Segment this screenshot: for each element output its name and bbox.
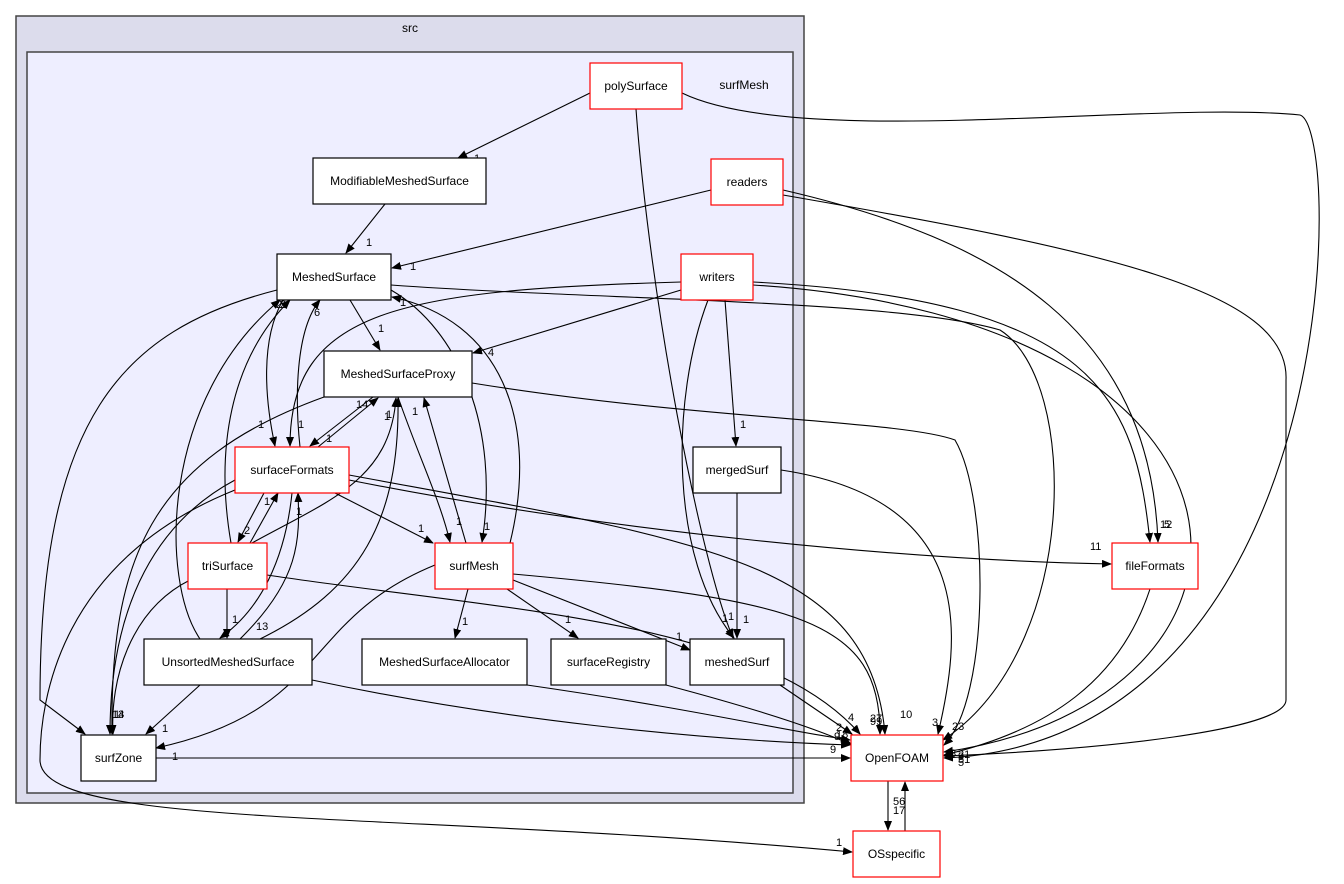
node-surfZone[interactable]: surfZone	[80, 734, 157, 782]
node-label-writers[interactable]: writers	[698, 270, 734, 284]
edge-label-meshedSurf-to-OpenFOAM[interactable]: 4	[848, 712, 854, 724]
edge-label-surfMesh-to-OpenFOAM[interactable]: 10	[900, 709, 912, 721]
node-MeshedSurfaceAllocator[interactable]: MeshedSurfaceAllocator	[361, 638, 528, 686]
edge-label-MeshedSurface-to-surfaceFormats[interactable]: 1	[258, 419, 264, 431]
edge-label-surfaceFormats-to-MeshedSurface[interactable]: 6	[314, 307, 320, 319]
edge-readers-to-fileFormats	[782, 189, 1162, 543]
edge-label-MeshedSurface-to-MeshedSurfaceProxy[interactable]: 1	[378, 323, 384, 335]
node-mergedSurf[interactable]: mergedSurf	[692, 446, 782, 494]
edge-label-triSurface-to-surfaceFormats[interactable]: 1	[264, 496, 270, 508]
edge-label-UnsortedMeshedSurface-to-MeshedSurfaceProxy[interactable]: 1	[386, 409, 392, 421]
dependency-graph: src surfMesh 115111221111123411159111861…	[15, 15, 1320, 878]
edge-label-OSspecific-to-OpenFOAM[interactable]: 17	[893, 805, 905, 817]
node-meshedSurf[interactable]: meshedSurf	[689, 638, 785, 686]
node-OSspecific[interactable]: OSspecific	[852, 830, 941, 878]
edge-label-surfaceFormats-to-OSspecific[interactable]: 1	[836, 837, 842, 849]
edge-label-surfMesh-to-MeshedSurface[interactable]: 1	[400, 297, 406, 309]
edge-label-ModifiableMeshedSurface-to-MeshedSurface[interactable]: 1	[366, 237, 372, 249]
node-MeshedSurfaceProxy[interactable]: MeshedSurfaceProxy	[323, 350, 473, 398]
edge-label-UnsortedMeshedSurface-to-MeshedSurface[interactable]: 2	[276, 299, 282, 311]
edge-label-triSurface-to-UnsortedMeshedSurface[interactable]: 1	[232, 614, 238, 626]
edge-label-surfMesh-to-surfZone[interactable]: 1	[172, 751, 178, 763]
edge-label-readers-to-MeshedSurface[interactable]: 1	[410, 261, 416, 273]
node-ModifiableMeshedSurface[interactable]: ModifiableMeshedSurface	[312, 157, 487, 205]
edge-label-fileFormats-to-OpenFOAM[interactable]: 51	[958, 754, 970, 766]
edge-readers-to-OpenFOAM	[782, 194, 1287, 760]
node-polySurface[interactable]: polySurface	[589, 62, 683, 110]
node-fileFormats[interactable]: fileFormats	[1111, 542, 1199, 590]
edge-fileFormats-to-OpenFOAM	[943, 588, 1151, 757]
node-MeshedSurface[interactable]: MeshedSurface	[276, 253, 392, 301]
node-label-surfaceRegistry[interactable]: surfaceRegistry	[567, 655, 650, 669]
edge-label-writers-to-meshedSurf[interactable]: 1	[728, 611, 734, 623]
edge-label-UnsortedMeshedSurface-to-surfZone[interactable]: 1	[162, 723, 168, 735]
edge-label-surfMesh-to-MeshedSurfaceAllocator[interactable]: 1	[462, 616, 468, 628]
edge-label-mergedSurf-to-OpenFOAM[interactable]: 3	[932, 717, 938, 729]
node-label-ModifiableMeshedSurface[interactable]: ModifiableMeshedSurface	[330, 174, 469, 188]
edge-label-triSurface-to-surfZone[interactable]: 3	[118, 709, 124, 721]
edge-mergedSurf-to-OpenFOAM	[780, 469, 952, 735]
edge-label-MeshedSurface-to-surfMesh[interactable]: 1	[484, 521, 490, 533]
node-UnsortedMeshedSurface[interactable]: UnsortedMeshedSurface	[143, 638, 313, 686]
node-label-OpenFOAM[interactable]: OpenFOAM	[865, 751, 929, 765]
edge-label-surfaceFormats-to-UnsortedMeshedSurface[interactable]: 13	[256, 621, 268, 633]
edge-label-writers-to-MeshedSurfaceProxy[interactable]: 4	[488, 347, 494, 359]
node-readers[interactable]: readers	[710, 158, 784, 206]
edge-label-MeshedSurfaceProxy-to-surfMesh[interactable]: 1	[456, 516, 462, 528]
node-surfaceRegistry[interactable]: surfaceRegistry	[550, 638, 667, 686]
node-writers[interactable]: writers	[680, 253, 754, 301]
cluster-surfmesh-label[interactable]: surfMesh	[719, 78, 768, 92]
node-label-fileFormats[interactable]: fileFormats	[1125, 559, 1184, 573]
edge-label-triSurface-to-OpenFOAM[interactable]: 27	[870, 713, 882, 725]
node-triSurface[interactable]: triSurface	[187, 542, 268, 590]
edge-label-MeshedSurfaceProxy-to-surfaceFormats[interactable]: 1	[326, 433, 332, 445]
edge-writers-to-OpenFOAM	[752, 284, 1192, 755]
node-label-surfMesh[interactable]: surfMesh	[449, 559, 498, 573]
edge-label-writers-to-mergedSurf[interactable]: 1	[740, 419, 746, 431]
edge-label-surfMesh-to-MeshedSurfaceProxy[interactable]: 1	[412, 406, 418, 418]
node-label-MeshedSurfaceProxy[interactable]: MeshedSurfaceProxy	[341, 367, 456, 381]
node-surfaceFormats[interactable]: surfaceFormats	[234, 446, 350, 494]
edge-label-UnsortedMeshedSurface-to-surfaceFormats[interactable]: 1	[296, 506, 302, 518]
edge-label-surfaceFormats-to-fileFormats[interactable]: 11	[1090, 541, 1101, 553]
edge-label-surfaceFormats-to-triSurface[interactable]: 2	[244, 525, 250, 537]
edge-label-surfaceRegistry-to-OpenFOAM[interactable]: 9	[834, 731, 840, 743]
node-label-triSurface[interactable]: triSurface	[202, 559, 254, 573]
node-label-MeshedSurfaceAllocator[interactable]: MeshedSurfaceAllocator	[379, 655, 510, 669]
node-surfMesh[interactable]: surfMesh	[434, 542, 514, 590]
cluster-src-label[interactable]: src	[402, 21, 418, 35]
edge-label-MeshedSurface-to-OpenFOAM[interactable]: 23	[952, 721, 964, 733]
node-label-MeshedSurface[interactable]: MeshedSurface	[292, 270, 376, 284]
edge-label-mergedSurf-to-meshedSurf[interactable]: 1	[743, 614, 749, 626]
edge-label-writers-to-fileFormats[interactable]: 5	[1164, 519, 1170, 531]
edge-label-writers-to-surfaceFormats[interactable]: 1	[298, 419, 304, 431]
edge-writers-to-fileFormats	[752, 281, 1154, 543]
node-label-readers[interactable]: readers	[727, 175, 768, 189]
edge-label-surfaceFormats-to-MeshedSurfaceProxy[interactable]: 14	[356, 399, 368, 411]
edge-label-surfZone-to-OpenFOAM[interactable]: 9	[830, 744, 836, 756]
node-label-polySurface[interactable]: polySurface	[604, 79, 668, 93]
node-label-UnsortedMeshedSurface[interactable]: UnsortedMeshedSurface	[162, 655, 295, 669]
node-label-surfaceFormats[interactable]: surfaceFormats	[250, 463, 333, 477]
edge-label-surfaceFormats-to-surfMesh[interactable]: 1	[418, 523, 424, 535]
node-OpenFOAM[interactable]: OpenFOAM	[850, 734, 944, 782]
node-label-meshedSurf[interactable]: meshedSurf	[705, 655, 770, 669]
node-label-surfZone[interactable]: surfZone	[95, 751, 143, 765]
node-label-OSspecific[interactable]: OSspecific	[868, 847, 925, 861]
edge-label-surfMesh-to-surfaceRegistry[interactable]: 1	[565, 614, 571, 626]
edge-label-surfMesh-to-meshedSurf[interactable]: 1	[676, 631, 682, 643]
node-label-mergedSurf[interactable]: mergedSurf	[706, 463, 769, 477]
edge-label-MeshedSurfaceProxy-to-OpenFOAM[interactable]: 8	[950, 748, 956, 760]
